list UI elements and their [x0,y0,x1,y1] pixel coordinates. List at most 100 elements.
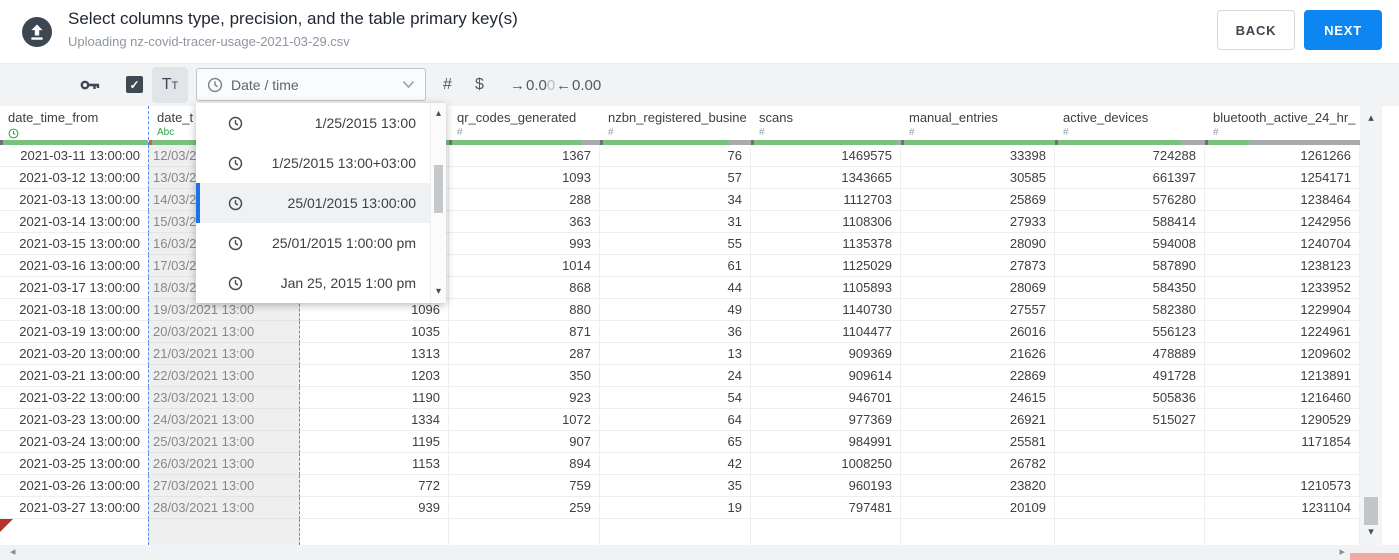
table-cell: 556123 [1055,321,1205,343]
dropdown-scroll-thumb[interactable] [434,165,443,213]
table-row: 2021-03-19 13:00:00 20/03/2021 13:00 1035 8… [0,321,1360,343]
table-cell: 1334 [300,409,449,431]
table-cell: 1229904 [1205,299,1360,321]
table-cell: 2021-03-22 13:00:00 [0,387,148,409]
table-cell [1055,475,1205,497]
table-cell: 909614 [751,365,901,387]
dropdown-item[interactable]: Jan 25, 2015 1:00 pm [196,263,430,303]
decimal-digits: 0.00 [572,76,602,94]
table-cell: 946701 [751,387,901,409]
table-cell: 1195 [300,431,449,453]
increase-decimal-button[interactable]: → 0.0 0 [510,64,555,106]
currency-type-button[interactable]: $ [475,64,484,106]
vertical-scrollbar[interactable]: ▴ ▾ [1360,106,1382,545]
horizontal-scrollbar[interactable]: ◂ ▸ [0,545,1399,560]
column-header[interactable]: manual_entries # [901,106,1055,145]
table-cell: 1240704 [1205,233,1360,255]
table-cell: 1104477 [751,321,901,343]
quality-green-segment [1208,140,1250,145]
next-button[interactable]: NEXT [1304,10,1382,50]
table-cell: 2021-03-17 13:00:00 [0,277,148,299]
dropdown-item[interactable]: 25/01/2015 1:00:00 pm [196,223,430,263]
table-cell: 55 [600,233,751,255]
table-row: 2021-03-24 13:00:00 25/03/2021 13:00 1195 9… [0,431,1360,453]
decrease-decimal-button[interactable]: ← 0.00 [556,64,601,106]
table-cell: 724288 [1055,145,1205,167]
table-cell: 23/03/2021 13:00 [148,387,300,409]
quality-green-segment [603,140,729,145]
table-cell: 1008250 [751,453,901,475]
column-header[interactable]: qr_codes_generated # [449,106,600,145]
table-cell [751,519,901,545]
table-row: 2021-03-26 13:00:00 27/03/2021 13:00 772 75… [0,475,1360,497]
table-cell: 26016 [901,321,1055,343]
table-cell: 26921 [901,409,1055,431]
quality-green-segment [452,140,583,145]
table-cell [1055,453,1205,475]
table-cell: 25869 [901,189,1055,211]
table-cell: 984991 [751,431,901,453]
table-cell: 1210573 [1205,475,1360,497]
scroll-left-arrow[interactable]: ◂ [10,545,16,560]
column-type-label: # [608,127,614,138]
clock-icon [228,116,243,131]
primary-key-icon[interactable] [80,78,101,97]
checkbox-checked-icon[interactable]: ✓ [126,76,143,93]
dropdown-item[interactable]: 1/25/2015 13:00 [196,103,430,143]
empty-row [0,519,1360,545]
column-name: date_time_from [8,110,99,125]
table-cell: 576280 [1055,189,1205,211]
column-header[interactable]: nzbn_registered_busine # [600,106,751,145]
table-cell: 27557 [901,299,1055,321]
column-header[interactable]: active_devices # [1055,106,1205,145]
column-header[interactable]: scans # [751,106,901,145]
page-header: Select columns type, precision, and the … [0,0,1399,64]
table-cell: 34 [600,189,751,211]
chevron-down-icon [402,80,415,89]
table-cell: 2021-03-20 13:00:00 [0,343,148,365]
column-type-label: # [1063,127,1069,138]
table-cell: 27933 [901,211,1055,233]
table-cell: 30585 [901,167,1055,189]
upload-status-text: Uploading nz-covid-tracer-usage-2021-03-… [68,34,350,49]
dropdown-item[interactable]: 25/01/2015 13:00:00 [196,183,430,223]
scroll-right-arrow[interactable]: ▸ [1339,545,1345,560]
table-cell: 871 [449,321,600,343]
table-cell: 1171854 [1205,431,1360,453]
dropdown-item-label: 25/01/2015 13:00:00 [287,195,416,211]
table-cell: 35 [600,475,751,497]
dropdown-item[interactable]: 1/25/2015 13:00+03:00 [196,143,430,183]
table-cell: 24/03/2021 13:00 [148,409,300,431]
table-cell: 2021-03-27 13:00:00 [0,497,148,519]
column-name: active_devices [1063,110,1149,125]
scroll-down-arrow[interactable]: ▾ [1360,525,1382,539]
table-cell: 20109 [901,497,1055,519]
column-header[interactable]: bluetooth_active_24_hr_ # [1205,106,1360,145]
app: Select columns type, precision, and the … [0,0,1399,560]
dropdown-scroll-up-arrow[interactable]: ▴ [431,107,446,121]
table-cell: 977369 [751,409,901,431]
table-cell: 1190 [300,387,449,409]
quality-gray-segment [728,140,751,145]
vertical-scroll-thumb[interactable] [1364,497,1378,525]
quality-bar [751,140,901,145]
text-type-button[interactable]: Tt [152,67,188,103]
column-name: scans [759,110,793,125]
table-cell: 1209602 [1205,343,1360,365]
scroll-up-arrow[interactable]: ▴ [1360,111,1382,125]
selected-item-bar [196,183,200,223]
table-cell: 515027 [1055,409,1205,431]
scroll-corner-marker [1350,553,1399,560]
number-type-button[interactable]: # [443,64,452,106]
table-cell: 1105893 [751,277,901,299]
dropdown-scrollbar[interactable]: ▴ ▾ [430,103,446,303]
back-button[interactable]: BACK [1217,10,1295,50]
dropdown-scroll-down-arrow[interactable]: ▾ [431,285,446,299]
table-cell: 1072 [449,409,600,431]
table-cell: 61 [600,255,751,277]
table-cell: 923 [449,387,600,409]
type-format-dropdown[interactable]: Date / time [196,68,426,101]
column-header[interactable]: date_time_from [0,106,148,145]
table-cell: 2021-03-23 13:00:00 [0,409,148,431]
quality-gray-segment [1249,140,1360,145]
